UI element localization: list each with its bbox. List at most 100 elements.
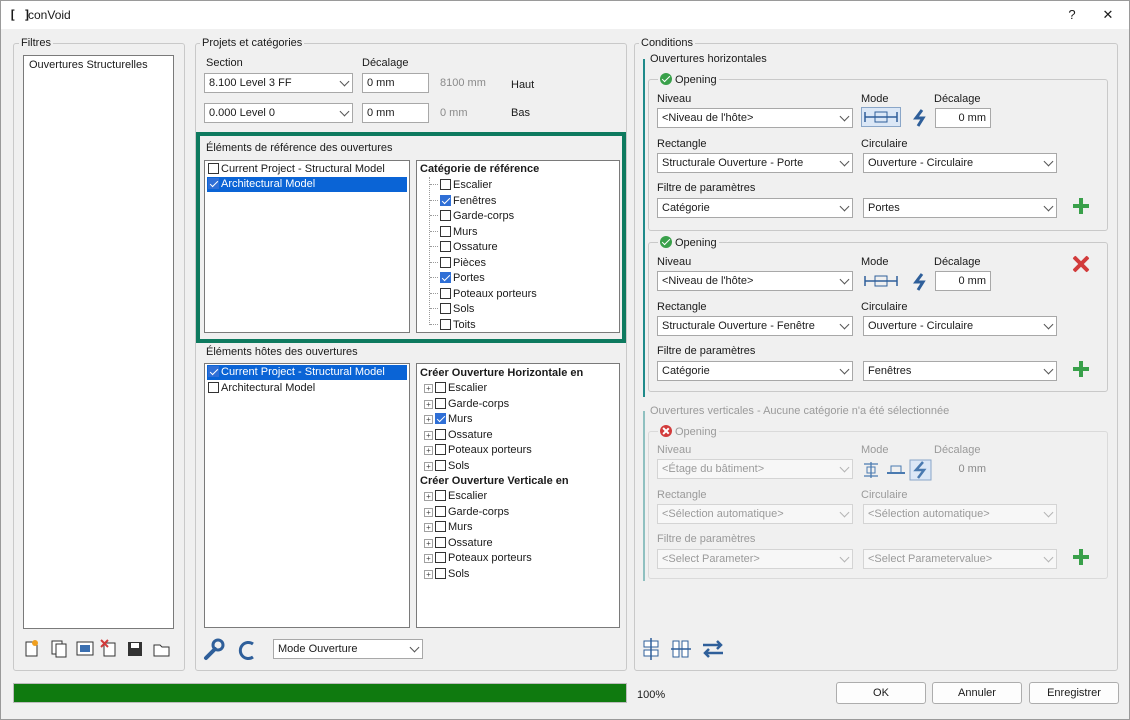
circular-family-select[interactable]: <Sélection automatique>: [863, 504, 1057, 524]
checkbox[interactable]: [435, 536, 446, 548]
expand-icon[interactable]: +: [424, 492, 433, 501]
expand-icon[interactable]: +: [424, 384, 433, 393]
tree-item[interactable]: + Escalier: [424, 489, 487, 504]
filter-value-select[interactable]: <Select Parametervalue>: [863, 549, 1057, 569]
tree-item[interactable]: + Murs: [424, 412, 472, 427]
list-item[interactable]: Architectural Model: [207, 381, 407, 396]
add-filter-plus-icon[interactable]: [1073, 361, 1089, 377]
help-button[interactable]: ?: [1055, 4, 1089, 26]
filter-value-select[interactable]: Fenêtres: [863, 361, 1057, 381]
checkbox[interactable]: [435, 382, 446, 393]
list-item[interactable]: Ouvertures Structurelles: [29, 58, 148, 73]
tree-item[interactable]: + Sols: [424, 459, 469, 474]
tree-item[interactable]: + Poteaux porteurs: [424, 443, 532, 458]
expand-icon[interactable]: +: [424, 523, 433, 532]
save-button[interactable]: Enregistrer: [1029, 682, 1119, 704]
new-filter-icon[interactable]: [25, 640, 38, 657]
list-item[interactable]: Current Project - Structural Model: [207, 365, 407, 380]
tree-item[interactable]: + Garde-corps: [424, 397, 509, 412]
tree-item[interactable]: Pièces: [430, 256, 486, 271]
checkbox[interactable]: [440, 179, 451, 190]
checkbox[interactable]: [440, 318, 451, 330]
expand-icon[interactable]: +: [424, 507, 433, 517]
folder-icon[interactable]: [153, 644, 170, 657]
mode-vertical-slab-icon[interactable]: [887, 465, 905, 474]
close-button[interactable]: ✕: [1091, 4, 1125, 26]
list-item[interactable]: Architectural Model: [207, 177, 407, 192]
checkbox[interactable]: [440, 272, 451, 283]
filters-list[interactable]: Ouvertures Structurelles: [23, 55, 174, 629]
cancel-button[interactable]: Annuler: [932, 682, 1022, 704]
bottom-offset-input[interactable]: 0 mm: [362, 103, 429, 123]
tree-item[interactable]: Escalier: [430, 178, 492, 193]
bottom-level-select[interactable]: 0.000 Level 0: [204, 103, 353, 123]
checkbox[interactable]: [435, 552, 446, 563]
tree-item[interactable]: Murs: [430, 225, 477, 240]
tree-item[interactable]: + Sols: [424, 567, 469, 582]
wrench-icon[interactable]: [204, 638, 225, 660]
tree-item[interactable]: + Murs: [424, 520, 472, 535]
checkbox[interactable]: [435, 428, 446, 440]
mode-cut-icon[interactable]: [911, 271, 931, 291]
mode-cut-icon[interactable]: [911, 107, 931, 127]
tree-item[interactable]: Sols: [430, 302, 474, 317]
mode-vertical-dimension-icon[interactable]: [864, 462, 878, 478]
add-horizontal-opening-icon[interactable]: [643, 638, 659, 660]
expand-icon[interactable]: +: [424, 461, 433, 471]
delete-opening-x-icon[interactable]: [1072, 255, 1090, 273]
circular-family-select[interactable]: Ouverture - Circulaire: [863, 153, 1057, 173]
delete-filter-icon[interactable]: [100, 639, 116, 657]
filter-parameter-select[interactable]: Catégorie: [657, 198, 853, 218]
mode-select[interactable]: Mode Ouverture: [273, 639, 423, 659]
tree-item[interactable]: Garde-corps: [430, 209, 514, 224]
tree-item[interactable]: + Ossature: [424, 536, 493, 551]
mode-vertical-cut-icon[interactable]: [909, 459, 932, 481]
save-filter-icon[interactable]: [128, 642, 142, 656]
checkbox[interactable]: [435, 567, 446, 579]
expand-icon[interactable]: +: [424, 569, 433, 579]
checkbox[interactable]: [440, 194, 451, 206]
reference-categories-tree[interactable]: Catégorie de référence Escalier Fenêtres G…: [416, 160, 620, 333]
tree-item[interactable]: Poteaux porteurs: [430, 287, 537, 302]
rectangle-family-select[interactable]: Structurale Ouverture - Porte: [657, 153, 853, 173]
expand-icon[interactable]: +: [424, 446, 433, 455]
level-select[interactable]: <Étage du bâtiment>: [657, 459, 853, 479]
top-level-select[interactable]: 8.100 Level 3 FF: [204, 73, 353, 93]
tree-item[interactable]: Toits: [430, 318, 476, 333]
offset-input[interactable]: 0 mm: [935, 271, 991, 291]
top-offset-input[interactable]: 0 mm: [362, 73, 429, 93]
expand-icon[interactable]: +: [424, 399, 433, 409]
circular-family-select[interactable]: Ouverture - Circulaire: [863, 316, 1057, 336]
checkbox[interactable]: [208, 178, 219, 189]
checkbox[interactable]: [440, 256, 451, 268]
checkbox[interactable]: [435, 444, 446, 455]
expand-icon[interactable]: +: [424, 415, 433, 424]
checkbox[interactable]: [435, 505, 446, 517]
checkbox[interactable]: [440, 241, 451, 252]
level-select[interactable]: <Niveau de l'hôte>: [657, 271, 853, 291]
checkbox[interactable]: [435, 521, 446, 532]
offset-input[interactable]: 0 mm: [935, 459, 991, 479]
add-filter-plus-icon[interactable]: [1073, 198, 1089, 214]
tree-item[interactable]: + Poteaux porteurs: [424, 551, 532, 566]
checkbox[interactable]: [208, 163, 219, 174]
checkbox[interactable]: [435, 459, 446, 471]
checkbox[interactable]: [440, 303, 451, 314]
checkbox[interactable]: [208, 366, 219, 377]
host-categories-tree[interactable]: Créer Ouverture Horizontale en + Escalier…: [416, 363, 620, 628]
checkbox[interactable]: [208, 382, 219, 393]
reference-models-list[interactable]: Current Project - Structural Model Archi…: [204, 160, 410, 333]
rename-filter-icon[interactable]: [76, 641, 94, 656]
rectangle-family-select[interactable]: Structurale Ouverture - Fenêtre: [657, 316, 853, 336]
tree-item[interactable]: + Ossature: [424, 428, 493, 443]
checkbox[interactable]: [440, 225, 451, 237]
list-item[interactable]: Current Project - Structural Model: [207, 162, 407, 177]
add-filter-plus-icon[interactable]: [1073, 549, 1089, 565]
filter-value-select[interactable]: Portes: [863, 198, 1057, 218]
ok-button[interactable]: OK: [836, 682, 926, 704]
copy-filter-icon[interactable]: [51, 640, 67, 658]
tree-item[interactable]: Ossature: [430, 240, 498, 255]
checkbox[interactable]: [435, 397, 446, 409]
filter-parameter-select[interactable]: Catégorie: [657, 361, 853, 381]
checkbox[interactable]: [440, 287, 451, 299]
